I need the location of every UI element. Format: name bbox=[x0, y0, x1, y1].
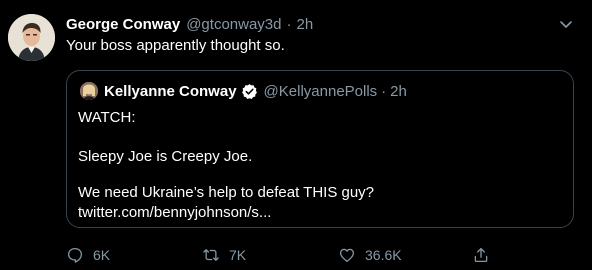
quoted-author-avatar bbox=[80, 82, 98, 100]
author-avatar[interactable] bbox=[8, 14, 55, 61]
quoted-author-name: Kellyanne Conway bbox=[104, 82, 237, 100]
heart-icon bbox=[339, 248, 355, 263]
quoted-tweet[interactable]: Kellyanne Conway @KellyannePolls · 2h WA… bbox=[66, 70, 574, 228]
tweet[interactable]: George Conway @gtconway3d · 2h Your boss… bbox=[0, 0, 592, 270]
retweet-button[interactable]: 7K bbox=[202, 244, 246, 266]
quoted-tweet-header: Kellyanne Conway @KellyannePolls · 2h bbox=[80, 81, 407, 101]
reply-icon bbox=[67, 247, 83, 263]
quoted-tweet-text-line: WATCH: bbox=[78, 109, 136, 126]
reply-count: 6K bbox=[93, 247, 111, 263]
quoted-tweet-text-line: We need Ukraine’s help to defeat THIS gu… bbox=[78, 184, 375, 201]
retweet-icon bbox=[203, 249, 219, 261]
share-icon bbox=[474, 247, 488, 263]
tweet-header: George Conway @gtconway3d · 2h bbox=[66, 14, 313, 34]
separator-dot: · bbox=[286, 15, 292, 33]
share-button[interactable] bbox=[472, 244, 490, 266]
tweet-timestamp[interactable]: 2h bbox=[296, 16, 313, 33]
quoted-author-handle: @KellyannePolls bbox=[263, 82, 378, 100]
quoted-tweet-link[interactable]: twitter.com/bennyjohnson/s... bbox=[78, 204, 271, 221]
author-name[interactable]: George Conway bbox=[66, 16, 180, 33]
retweet-count: 7K bbox=[229, 247, 247, 263]
reply-button[interactable]: 6K bbox=[66, 244, 110, 266]
quoted-tweet-text-line: Sleepy Joe is Creepy Joe. bbox=[78, 148, 253, 165]
author-handle[interactable]: @gtconway3d bbox=[186, 16, 281, 33]
quoted-tweet-timestamp: 2h bbox=[390, 82, 407, 100]
verified-badge-icon bbox=[241, 83, 257, 99]
like-button[interactable]: 36.6K bbox=[338, 244, 402, 266]
separator-dot: · bbox=[381, 82, 387, 100]
tweet-text: Your boss apparently thought so. bbox=[66, 37, 285, 54]
like-count: 36.6K bbox=[365, 247, 402, 263]
chevron-down-icon[interactable] bbox=[558, 16, 574, 32]
tweet-actions: 6K 7K 36.6K bbox=[66, 244, 496, 266]
